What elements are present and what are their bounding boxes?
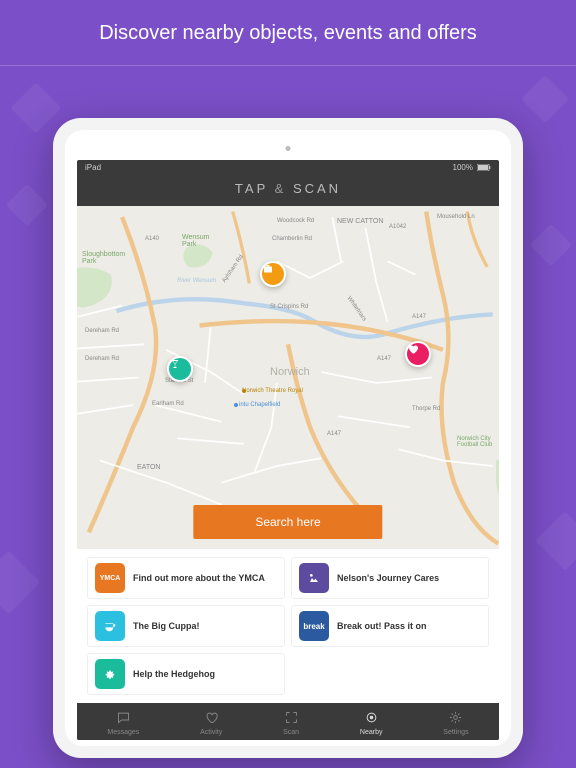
tab-bar: Messages Activity Scan Nearby Settings (77, 703, 499, 740)
location-icon (364, 710, 379, 727)
card-text: Nelson's Journey Cares (337, 573, 439, 584)
map-label-a147-1: A147 (412, 314, 426, 320)
status-carrier: iPad (85, 163, 101, 172)
poi-dot-theatre (242, 389, 246, 393)
header-divider (0, 65, 576, 66)
card-icon-cuppa (95, 611, 125, 641)
map-pin-work[interactable] (260, 261, 286, 287)
map-label-cityfc: Norwich City Football Club (457, 436, 492, 448)
camera-dot (286, 146, 291, 151)
map-label-a147-2: A147 (377, 356, 391, 362)
tab-settings[interactable]: Settings (443, 710, 468, 736)
map-label-a140: A140 (145, 236, 159, 242)
tab-label: Nearby (360, 729, 383, 736)
card-ymca[interactable]: YMCA Find out more about the YMCA (87, 557, 285, 599)
card-grid: YMCA Find out more about the YMCA Nelson… (77, 549, 499, 703)
status-battery: 100% (453, 163, 473, 172)
card-icon-purple-picnic (299, 563, 329, 593)
title-left: TAP (235, 181, 268, 196)
heart-icon (204, 710, 219, 727)
search-here-button[interactable]: Search here (193, 505, 382, 539)
tab-label: Scan (283, 729, 299, 736)
tab-nearby[interactable]: Nearby (360, 710, 383, 736)
message-icon (116, 710, 131, 727)
map-view[interactable]: NEW CATTON Sloughbottom Park Wensum Park… (77, 206, 499, 549)
title-right: SCAN (293, 181, 341, 196)
app-screen: iPad 100% TAP & SCAN (77, 160, 499, 740)
tab-messages[interactable]: Messages (107, 710, 139, 736)
map-label-norwich: Norwich (270, 366, 310, 378)
tab-scan[interactable]: Scan (283, 710, 299, 736)
card-text: Help the Hedgehog (133, 669, 215, 680)
map-label-new-catton: NEW CATTON (337, 218, 383, 225)
map-label-thorpe: Thorpe Rd (412, 406, 440, 412)
map-pin-drink[interactable] (167, 356, 193, 382)
card-break[interactable]: break Break out! Pass it on (291, 605, 489, 647)
map-label-river: River Wensum (177, 278, 216, 284)
card-nelsons[interactable]: Nelson's Journey Cares (291, 557, 489, 599)
status-bar: iPad 100% (77, 160, 499, 175)
card-cuppa[interactable]: The Big Cuppa! (87, 605, 285, 647)
map-label-chamberlin: Chamberlin Rd (272, 236, 312, 242)
map-label-theatre: Norwich Theatre Royal (242, 388, 303, 394)
promo-header: Discover nearby objects, events and offe… (0, 0, 576, 65)
map-label-dereham: Dereham Rd (85, 328, 119, 334)
tablet-frame: iPad 100% TAP & SCAN (53, 118, 523, 758)
map-label-earlham: Earlham Rd (152, 401, 184, 407)
map-label-woodcock: Woodcock Rd (277, 218, 314, 224)
card-text: The Big Cuppa! (133, 621, 200, 632)
card-text: Find out more about the YMCA (133, 573, 265, 584)
map-label-chapelfield: intu Chapelfield (239, 402, 280, 408)
card-icon-hedgehog (95, 659, 125, 689)
app-title: TAP & SCAN (77, 175, 499, 206)
title-amp: & (275, 181, 287, 196)
map-label-eaton: EATON (137, 464, 160, 471)
scan-icon (284, 710, 299, 727)
map-label-a147-3: A147 (327, 431, 341, 437)
poi-dot-chapelfield (234, 403, 238, 407)
map-label-a1042: A1042 (389, 224, 406, 230)
battery-icon (477, 164, 491, 171)
map-label-dereham2: Dereham Rd (85, 356, 119, 362)
map-label-wensum: Wensum Park (182, 234, 210, 248)
tab-label: Activity (200, 729, 222, 736)
card-icon-ymca: YMCA (95, 563, 125, 593)
map-label-sloughbottom: Sloughbottom Park (82, 251, 125, 265)
tab-activity[interactable]: Activity (200, 710, 222, 736)
tab-label: Messages (107, 729, 139, 736)
card-icon-break: break (299, 611, 329, 641)
gear-icon (448, 710, 463, 727)
tab-label: Settings (443, 729, 468, 736)
map-label-stcrispins: St Crispins Rd (270, 304, 308, 310)
card-text: Break out! Pass it on (337, 621, 427, 632)
card-hedgehog[interactable]: Help the Hedgehog (87, 653, 285, 695)
map-pin-heart[interactable] (405, 341, 431, 367)
map-label-mousehold: Mousehold Ln (437, 214, 475, 220)
